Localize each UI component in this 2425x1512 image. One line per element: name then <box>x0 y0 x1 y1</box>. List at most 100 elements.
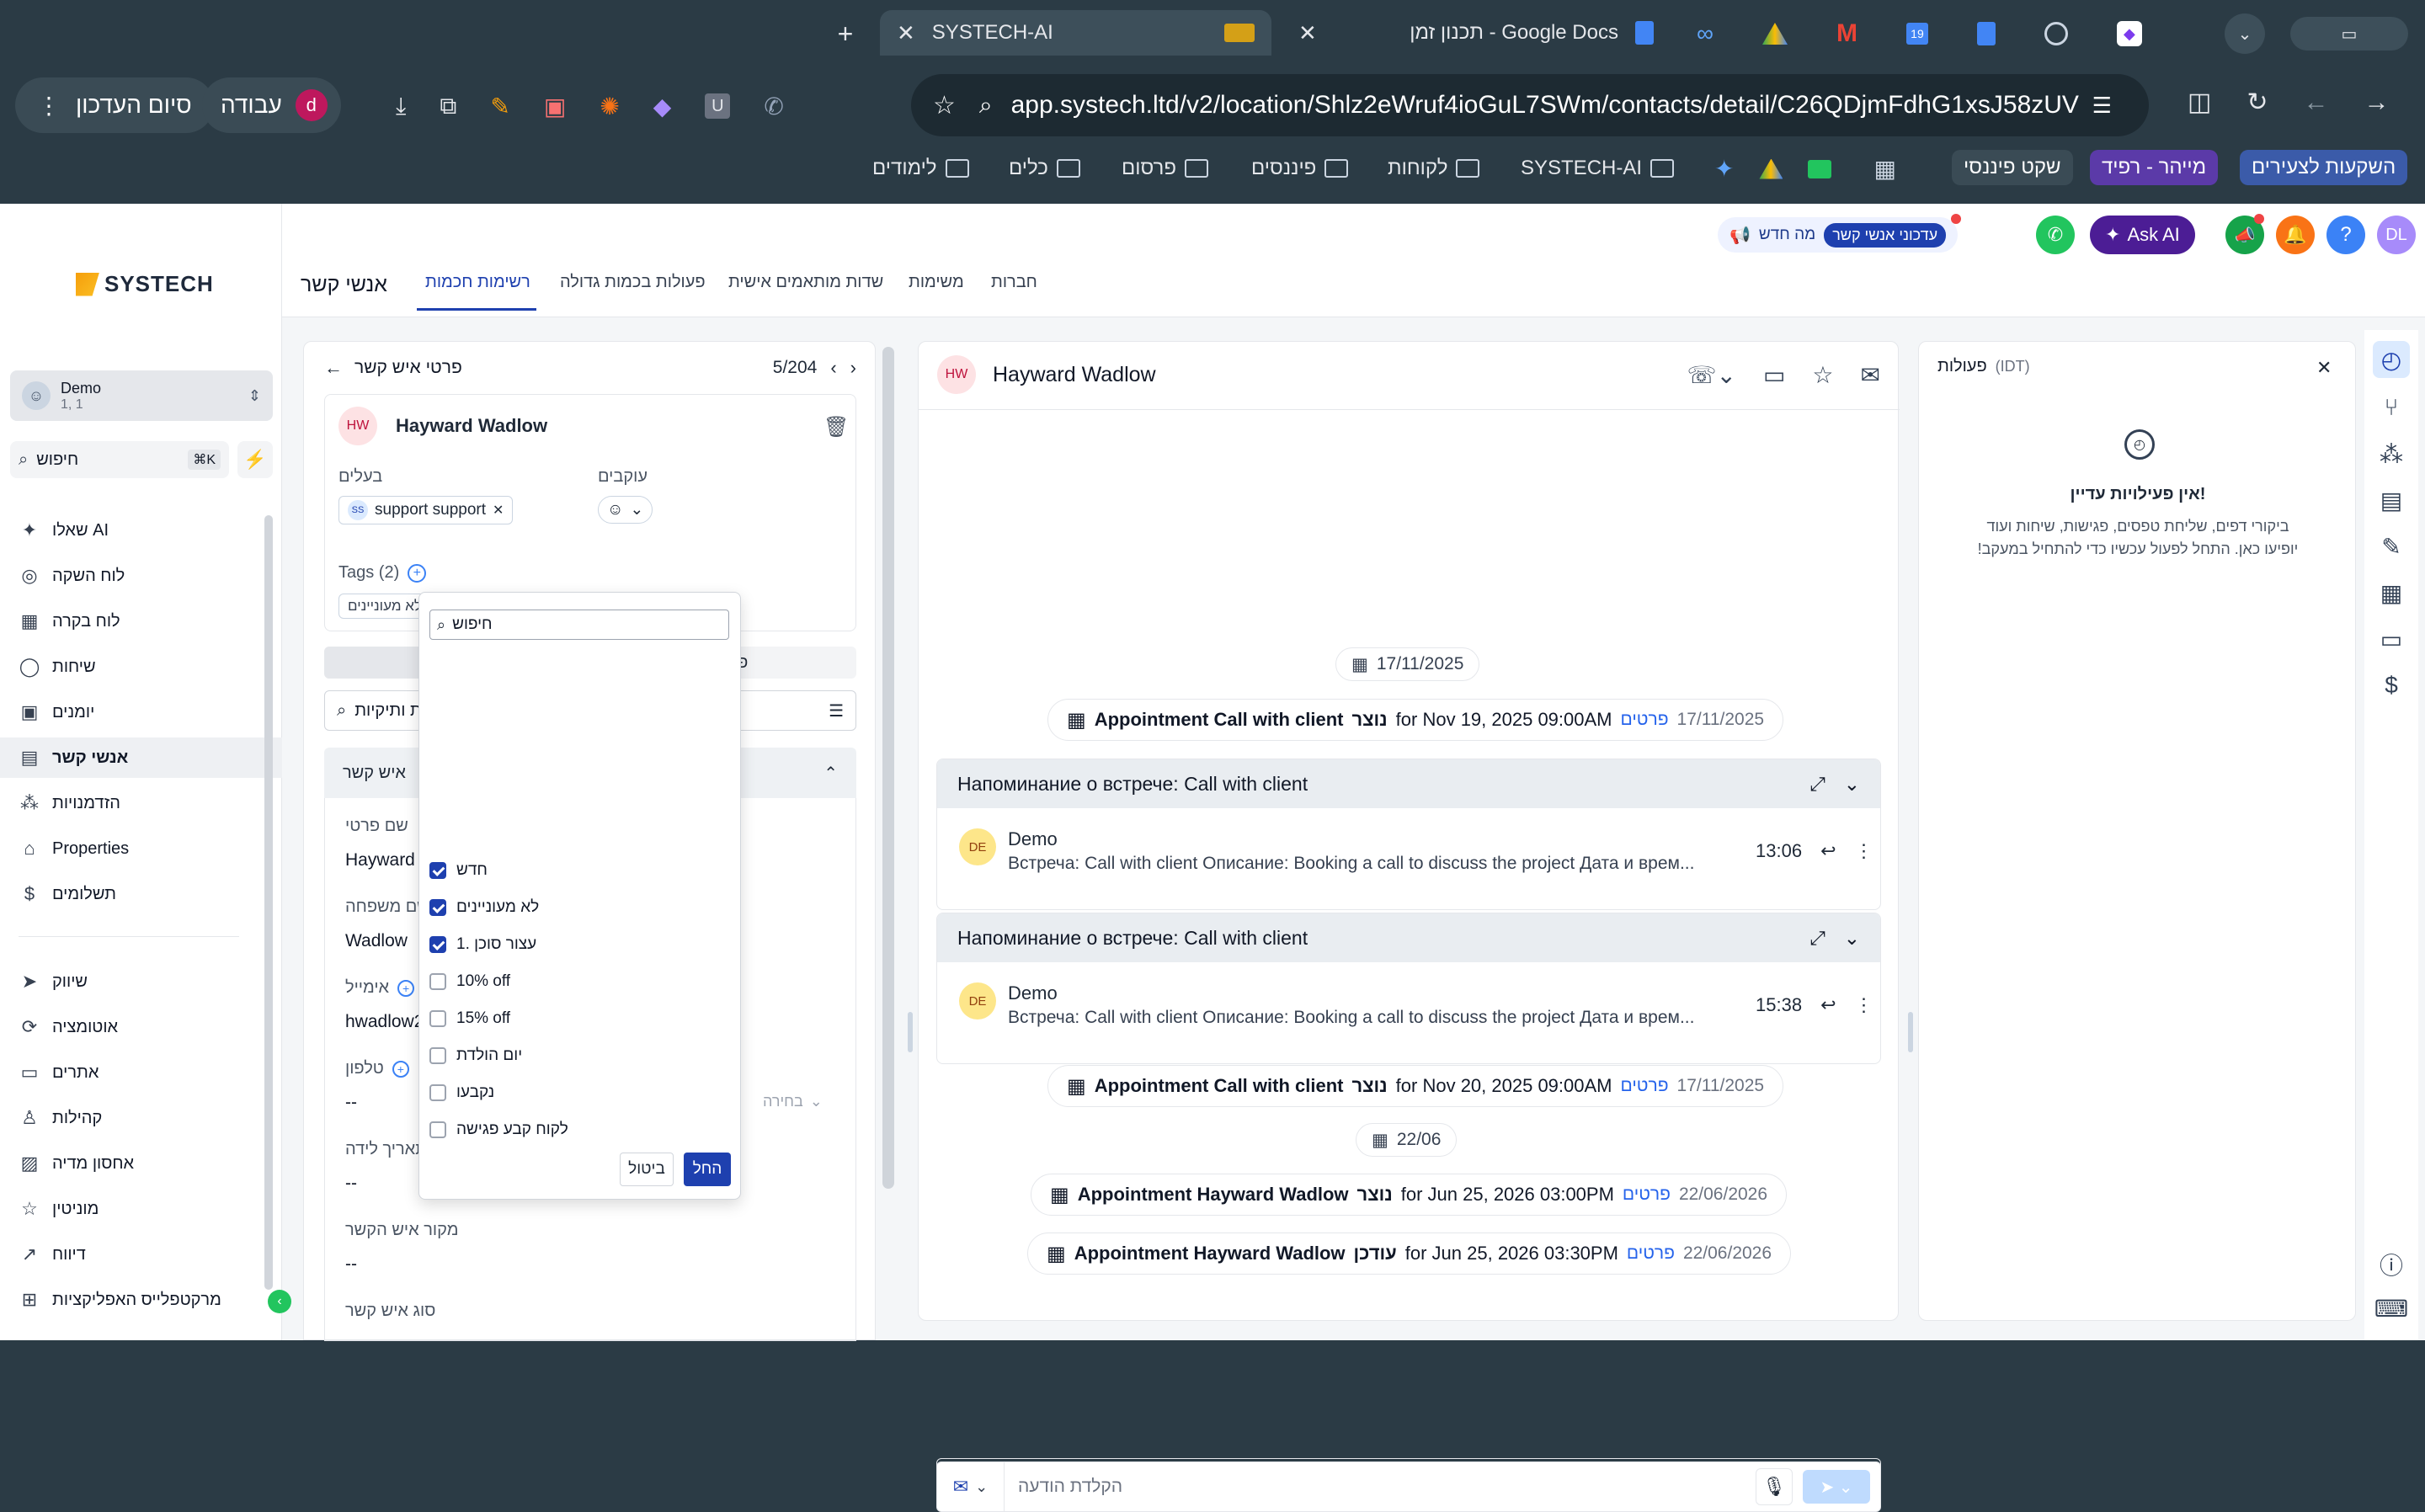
quick-action-button[interactable]: ⚡ <box>237 441 273 478</box>
sidebar-item-calendars[interactable]: ▣ יומנים <box>19 692 271 732</box>
bookmark-tools[interactable]: כלים <box>1009 152 1080 185</box>
reminder-email-card[interactable]: Напоминание о встрече: Call with client … <box>936 759 1881 910</box>
bookmark-finance[interactable]: פיננסים <box>1251 152 1349 185</box>
apply-button[interactable]: החל <box>684 1153 731 1186</box>
tab-smart-lists[interactable]: רשימות חכמות <box>425 273 530 292</box>
pen-icon[interactable]: ✎ <box>2373 528 2410 565</box>
reload-icon[interactable]: ↻ <box>2246 88 2268 117</box>
sidebar-item-reporting[interactable]: ↗ דיווח <box>19 1234 271 1275</box>
reminder-email-card[interactable]: Напоминание о встрече: Call with client … <box>936 913 1881 1064</box>
tag-option[interactable]: יום הולדת <box>429 1041 522 1071</box>
bookmark-quiet-finance[interactable]: שקט פיננסי <box>1952 150 2073 185</box>
tag-option[interactable]: נקבעו <box>429 1078 494 1108</box>
sidebar-item-contacts[interactable]: ▤ אנשי קשר <box>0 737 282 778</box>
phone-button[interactable]: ✆ <box>2036 216 2075 254</box>
close-icon[interactable]: ✕ <box>2316 357 2332 379</box>
last-name-value[interactable]: Wadlow <box>345 931 408 951</box>
sidebar-item-media[interactable]: ▨ אחסון מדיה <box>19 1143 271 1184</box>
dollar-icon[interactable]: $ <box>2373 667 2410 704</box>
folder-icon[interactable]: ▭ <box>1763 361 1785 389</box>
calendar-icon[interactable]: 19 <box>1905 23 1928 45</box>
more-vert-icon[interactable]: ⋮ <box>1855 840 1873 862</box>
trash-icon[interactable]: 🗑 <box>823 415 849 439</box>
sidebar-item-opportunities[interactable]: ⁂ הזדמנויות <box>19 783 271 823</box>
cancel-button[interactable]: ביטול <box>620 1153 674 1186</box>
puzzle-icon[interactable]: ⧉ <box>440 93 456 120</box>
checkbox[interactable] <box>429 899 446 916</box>
filter-icon[interactable]: ☰ <box>829 700 844 721</box>
sidebar-item-properties[interactable]: ⌂ Properties <box>19 828 271 869</box>
bookmark-investments[interactable]: השקעות לצעירים <box>2240 150 2408 185</box>
owner-chip[interactable]: SS support support ✕ <box>338 496 514 524</box>
document-icon[interactable]: ▭ <box>2373 620 2410 658</box>
sidebar-item-sites[interactable]: ▭ אתרים <box>19 1052 271 1093</box>
phone-icon[interactable]: ✆ <box>764 93 783 120</box>
profile-switch-button[interactable]: ▭ <box>2290 17 2408 51</box>
expand-icon[interactable]: ⤢ <box>1809 927 1825 950</box>
checkbox[interactable] <box>429 862 446 879</box>
tab-bulk-actions[interactable]: פעולות בכמות גדולה <box>560 273 706 292</box>
checkbox[interactable] <box>429 973 446 990</box>
resize-handle[interactable] <box>1908 1012 1913 1052</box>
gmail-icon[interactable]: M <box>1836 19 1857 48</box>
site-settings-icon[interactable]: ☰ <box>2092 93 2112 119</box>
keyboard-icon[interactable]: ⌨ <box>2373 1290 2410 1327</box>
tag-option[interactable]: 15% off <box>429 1004 510 1034</box>
reply-icon[interactable]: ↩ <box>1820 840 1836 862</box>
sparkle-icon[interactable]: ✺ <box>600 93 619 120</box>
close-icon[interactable]: ✕ <box>897 20 915 46</box>
channel-select[interactable]: ✉ ⌄ <box>937 1462 1005 1511</box>
message-input[interactable]: הקלדת הודעה <box>1005 1477 1756 1497</box>
contact-panel-scrollbar[interactable] <box>882 347 894 1189</box>
reading-mode-icon[interactable]: ◫ <box>2188 88 2211 117</box>
sidebar-item-launchpad[interactable]: ◎ לוח השקה <box>19 556 271 596</box>
checkbox[interactable] <box>429 936 446 953</box>
more-vert-icon[interactable]: ⋮ <box>1855 994 1873 1016</box>
dob-value[interactable]: -- <box>345 1174 357 1194</box>
call-menu-icon[interactable]: ☏⌄ <box>1687 361 1735 389</box>
expand-icon[interactable]: ⤢ <box>1809 773 1825 796</box>
workflow-icon[interactable]: ⑂ <box>2373 389 2410 426</box>
back-arrow-icon[interactable]: ← <box>324 357 343 379</box>
star-icon[interactable]: ☆ <box>933 91 956 120</box>
calendar-icon[interactable]: ▦ <box>2373 574 2410 611</box>
phone-value[interactable]: -- <box>345 1093 357 1113</box>
bookmark-studies[interactable]: לימודים <box>872 152 969 185</box>
source-value[interactable]: -- <box>345 1254 357 1275</box>
checkbox[interactable] <box>429 1084 446 1101</box>
mic-icon[interactable]: 🎙 <box>1756 1468 1793 1505</box>
close-icon[interactable]: ✕ <box>1298 20 1317 46</box>
drive-icon[interactable] <box>1759 158 1783 179</box>
chevron-down-icon[interactable]: ⌄ <box>1844 927 1860 950</box>
tab-companies[interactable]: חברות <box>991 273 1037 292</box>
checkbox[interactable] <box>429 1047 446 1064</box>
chevron-down-icon[interactable]: ⌄ <box>1844 773 1860 796</box>
add-phone-icon[interactable]: + <box>392 1060 409 1078</box>
sidebar-item-automation[interactable]: ⟳ אוטומציה <box>19 1007 271 1047</box>
gem-icon[interactable]: ◆ <box>653 93 672 120</box>
sidebar-item-marketplace[interactable]: ⊞ מרקטפלייס האפליקציות <box>19 1280 271 1320</box>
sidebar-item-conversations[interactable]: ◯ שיחות <box>19 647 271 687</box>
star-icon[interactable]: ☆ <box>1812 361 1833 389</box>
u-icon[interactable]: U <box>705 93 731 119</box>
contacts-update-badge[interactable]: עדכוני אנשי קשר <box>1824 222 1947 248</box>
history-icon[interactable]: ◴ <box>2373 341 2410 378</box>
chevron-left-icon[interactable]: ‹ <box>830 357 836 379</box>
tab-custom-fields[interactable]: שדות מותאמים אישית <box>728 273 883 292</box>
tag-option[interactable]: לא מעוניינים <box>429 892 539 923</box>
new-tab-button[interactable]: + <box>832 17 859 51</box>
clickup-icon[interactable]: ◆ <box>2116 21 2142 46</box>
sidebar-item-ask-ai[interactable]: ✦ שאלו AI <box>19 510 271 551</box>
tag-option[interactable]: 1. עצור סוכן <box>429 929 536 960</box>
account-switcher[interactable]: ☺ Demo 1, 1 ⇕ <box>10 370 273 421</box>
sheets-icon[interactable] <box>1808 159 1832 178</box>
tag-option[interactable]: לקוח קבע פגישה <box>429 1115 568 1145</box>
globe-icon[interactable] <box>2044 22 2068 45</box>
tab-tasks[interactable]: משימות <box>909 273 964 292</box>
meta-icon[interactable]: ∞ <box>1697 20 1713 47</box>
download-icon[interactable]: ⤓ <box>396 93 406 120</box>
back-icon[interactable]: ← <box>2304 88 2329 117</box>
notifications-button[interactable]: 🔔 <box>2276 216 2315 254</box>
send-button[interactable]: ➤ ⌄ <box>1803 1470 1870 1504</box>
details-link[interactable]: פרטים <box>1627 1243 1675 1264</box>
